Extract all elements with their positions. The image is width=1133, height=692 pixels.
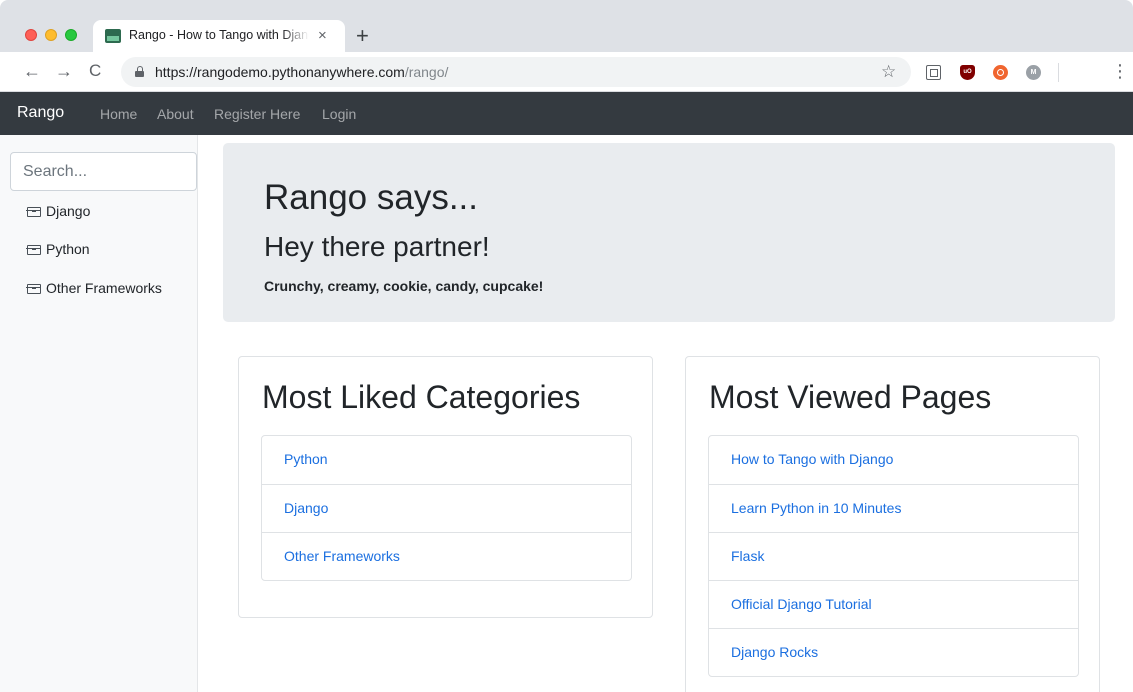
sidebar-item-django[interactable]: Django <box>26 203 91 219</box>
list-item[interactable]: Learn Python in 10 Minutes <box>709 484 1078 532</box>
card-title: Most Liked Categories <box>262 379 581 415</box>
lead-text: Crunchy, creamy, cookie, candy, cupcake! <box>264 278 544 294</box>
navbar-brand[interactable]: Rango <box>17 104 64 122</box>
grey-extension-icon[interactable]: M <box>1026 65 1041 80</box>
nav-link-login[interactable]: Login <box>322 106 356 122</box>
nav-link-home[interactable]: Home <box>100 106 137 122</box>
window-close-button[interactable] <box>25 29 37 41</box>
sidebar-item-python[interactable]: Python <box>26 241 90 257</box>
list-item[interactable]: Official Django Tutorial <box>709 580 1078 628</box>
lock-icon[interactable] <box>135 66 144 77</box>
list-item[interactable]: Django <box>262 484 631 532</box>
back-button[interactable]: ← <box>23 61 41 81</box>
list-item[interactable]: Flask <box>709 532 1078 580</box>
category-list: Python Django Other Frameworks <box>261 435 632 581</box>
archive-icon <box>26 245 41 255</box>
orange-extension-icon[interactable] <box>993 65 1008 80</box>
most-liked-card: Most Liked Categories Python Django Othe… <box>238 356 653 618</box>
url-domain: https://rangodemo.pythonanywhere.com <box>155 64 405 80</box>
archive-icon <box>26 207 41 217</box>
browser-tab[interactable]: Rango - How to Tango with Django × <box>93 20 345 52</box>
top-navbar: Rango Home About Register Here Login <box>0 92 1133 135</box>
tab-title: Rango - How to Tango with Django <box>129 28 309 42</box>
list-item[interactable]: Other Frameworks <box>262 532 631 580</box>
sidebar-item-other-frameworks[interactable]: Other Frameworks <box>26 280 162 296</box>
tab-close-icon[interactable]: × <box>318 26 327 46</box>
nav-link-register[interactable]: Register Here <box>214 106 300 122</box>
list-item[interactable]: Django Rocks <box>709 628 1078 676</box>
page-subtitle: Hey there partner! <box>264 231 490 262</box>
window-maximize-button[interactable] <box>65 29 77 41</box>
url-path: /rango/ <box>404 64 449 80</box>
reload-button[interactable]: C <box>89 61 101 81</box>
toolbar-divider <box>1058 63 1059 82</box>
jumbotron: Rango says... Hey there partner! Crunchy… <box>223 143 1115 322</box>
sidebar-item-label: Python <box>46 241 90 257</box>
window-minimize-button[interactable] <box>45 29 57 41</box>
sidebar: Django Python Other Frameworks <box>0 135 198 692</box>
nav-link-about[interactable]: About <box>157 106 194 122</box>
favicon-icon <box>105 29 121 43</box>
page-list: How to Tango with Django Learn Python in… <box>708 435 1079 677</box>
most-viewed-card: Most Viewed Pages How to Tango with Djan… <box>685 356 1100 692</box>
browser-menu-icon[interactable]: ⋮ <box>1111 61 1129 81</box>
sidebar-item-label: Django <box>46 203 91 219</box>
bookmark-star-icon[interactable]: ☆ <box>881 62 896 82</box>
browser-toolbar: ← → C https://rangodemo.pythonanywhere.c… <box>0 52 1133 92</box>
list-item[interactable]: How to Tango with Django <box>709 436 1078 484</box>
new-tab-button[interactable]: + <box>356 23 369 49</box>
sidebar-item-label: Other Frameworks <box>46 280 162 296</box>
search-input[interactable] <box>10 152 197 191</box>
browser-chrome: Rango - How to Tango with Django × + ← →… <box>0 0 1133 92</box>
forward-button[interactable]: → <box>55 61 73 81</box>
url-text[interactable]: https://rangodemo.pythonanywhere.com/ran… <box>155 64 448 80</box>
archive-icon <box>26 284 41 294</box>
card-title: Most Viewed Pages <box>709 379 992 415</box>
address-bar[interactable]: https://rangodemo.pythonanywhere.com/ran… <box>121 57 911 87</box>
screenshot-extension-icon[interactable] <box>926 65 941 80</box>
list-item[interactable]: Python <box>262 436 631 484</box>
ublock-shield-icon[interactable]: uO <box>960 65 975 80</box>
page-title: Rango says... <box>264 178 478 217</box>
